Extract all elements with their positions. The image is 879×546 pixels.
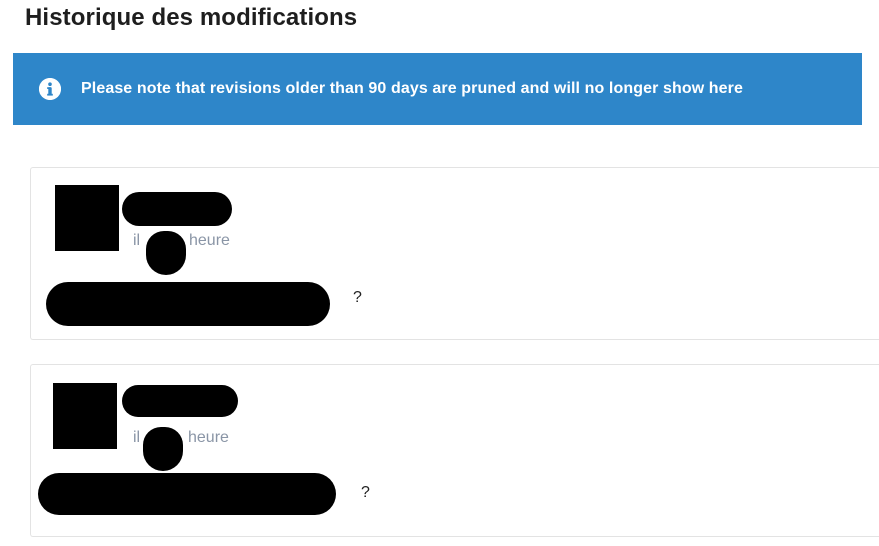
redacted-revision-summary — [46, 282, 330, 326]
avatar — [55, 185, 119, 251]
revision-time-suffix: heure — [188, 429, 229, 446]
avatar — [53, 383, 117, 449]
revision-time-prefix: il — [133, 429, 141, 446]
revision-time-prefix: il — [133, 232, 141, 249]
redacted-revision-summary — [38, 473, 336, 515]
revision-summary-tail: ? — [361, 484, 370, 501]
revision-card[interactable]: il heure ? — [30, 167, 879, 340]
banner-message: Please note that revisions older than 90… — [81, 80, 743, 97]
revision-history-page: Historique des modifications Please note… — [0, 0, 879, 546]
redacted-author-name — [122, 385, 238, 417]
redacted-author-name — [122, 192, 232, 226]
redacted-time-value — [143, 427, 183, 471]
redacted-time-value — [146, 231, 186, 275]
info-banner: Please note that revisions older than 90… — [13, 53, 862, 125]
info-icon — [39, 78, 61, 100]
revision-card[interactable]: il heure ? — [30, 364, 879, 537]
revision-time-suffix: heure — [189, 232, 230, 249]
revision-summary-tail: ? — [353, 289, 362, 306]
page-title: Historique des modifications — [25, 4, 358, 31]
